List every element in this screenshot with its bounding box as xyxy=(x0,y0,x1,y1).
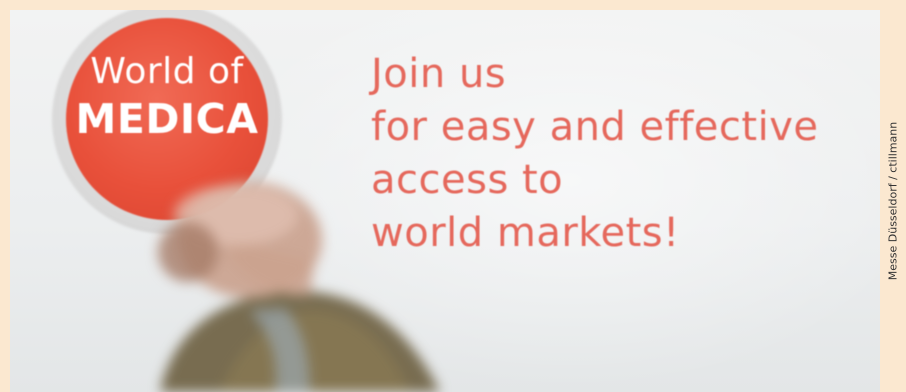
page-frame: World of MEDICA Join us for easy and eff… xyxy=(0,0,906,392)
blurred-passerby xyxy=(10,10,880,392)
photo-credit: Messe Düsseldorf / ctillmann xyxy=(880,10,906,392)
passerby-figure xyxy=(158,182,440,392)
event-photo: World of MEDICA Join us for easy and eff… xyxy=(10,10,880,392)
photo-credit-text: Messe Düsseldorf / ctillmann xyxy=(886,121,900,281)
